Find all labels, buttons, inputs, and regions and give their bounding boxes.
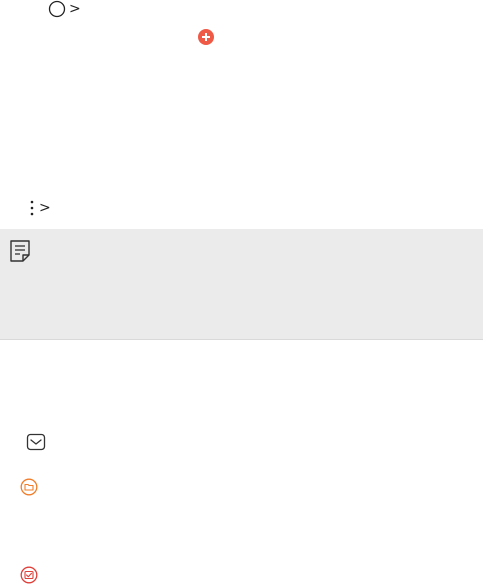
home-circle-icon[interactable] [48,0,66,18]
more-step: > [28,199,52,217]
envelope-icon [26,433,46,451]
mail-check-icon [20,566,38,584]
chevron-right-icon: > [69,1,81,17]
home-step: > [48,0,82,18]
note-icon [10,240,30,262]
note-box [0,229,483,340]
plus-icon[interactable] [198,29,214,45]
chevron-right-icon: > [39,200,51,216]
folder-icon [20,478,38,496]
more-vertical-icon[interactable] [28,199,36,217]
